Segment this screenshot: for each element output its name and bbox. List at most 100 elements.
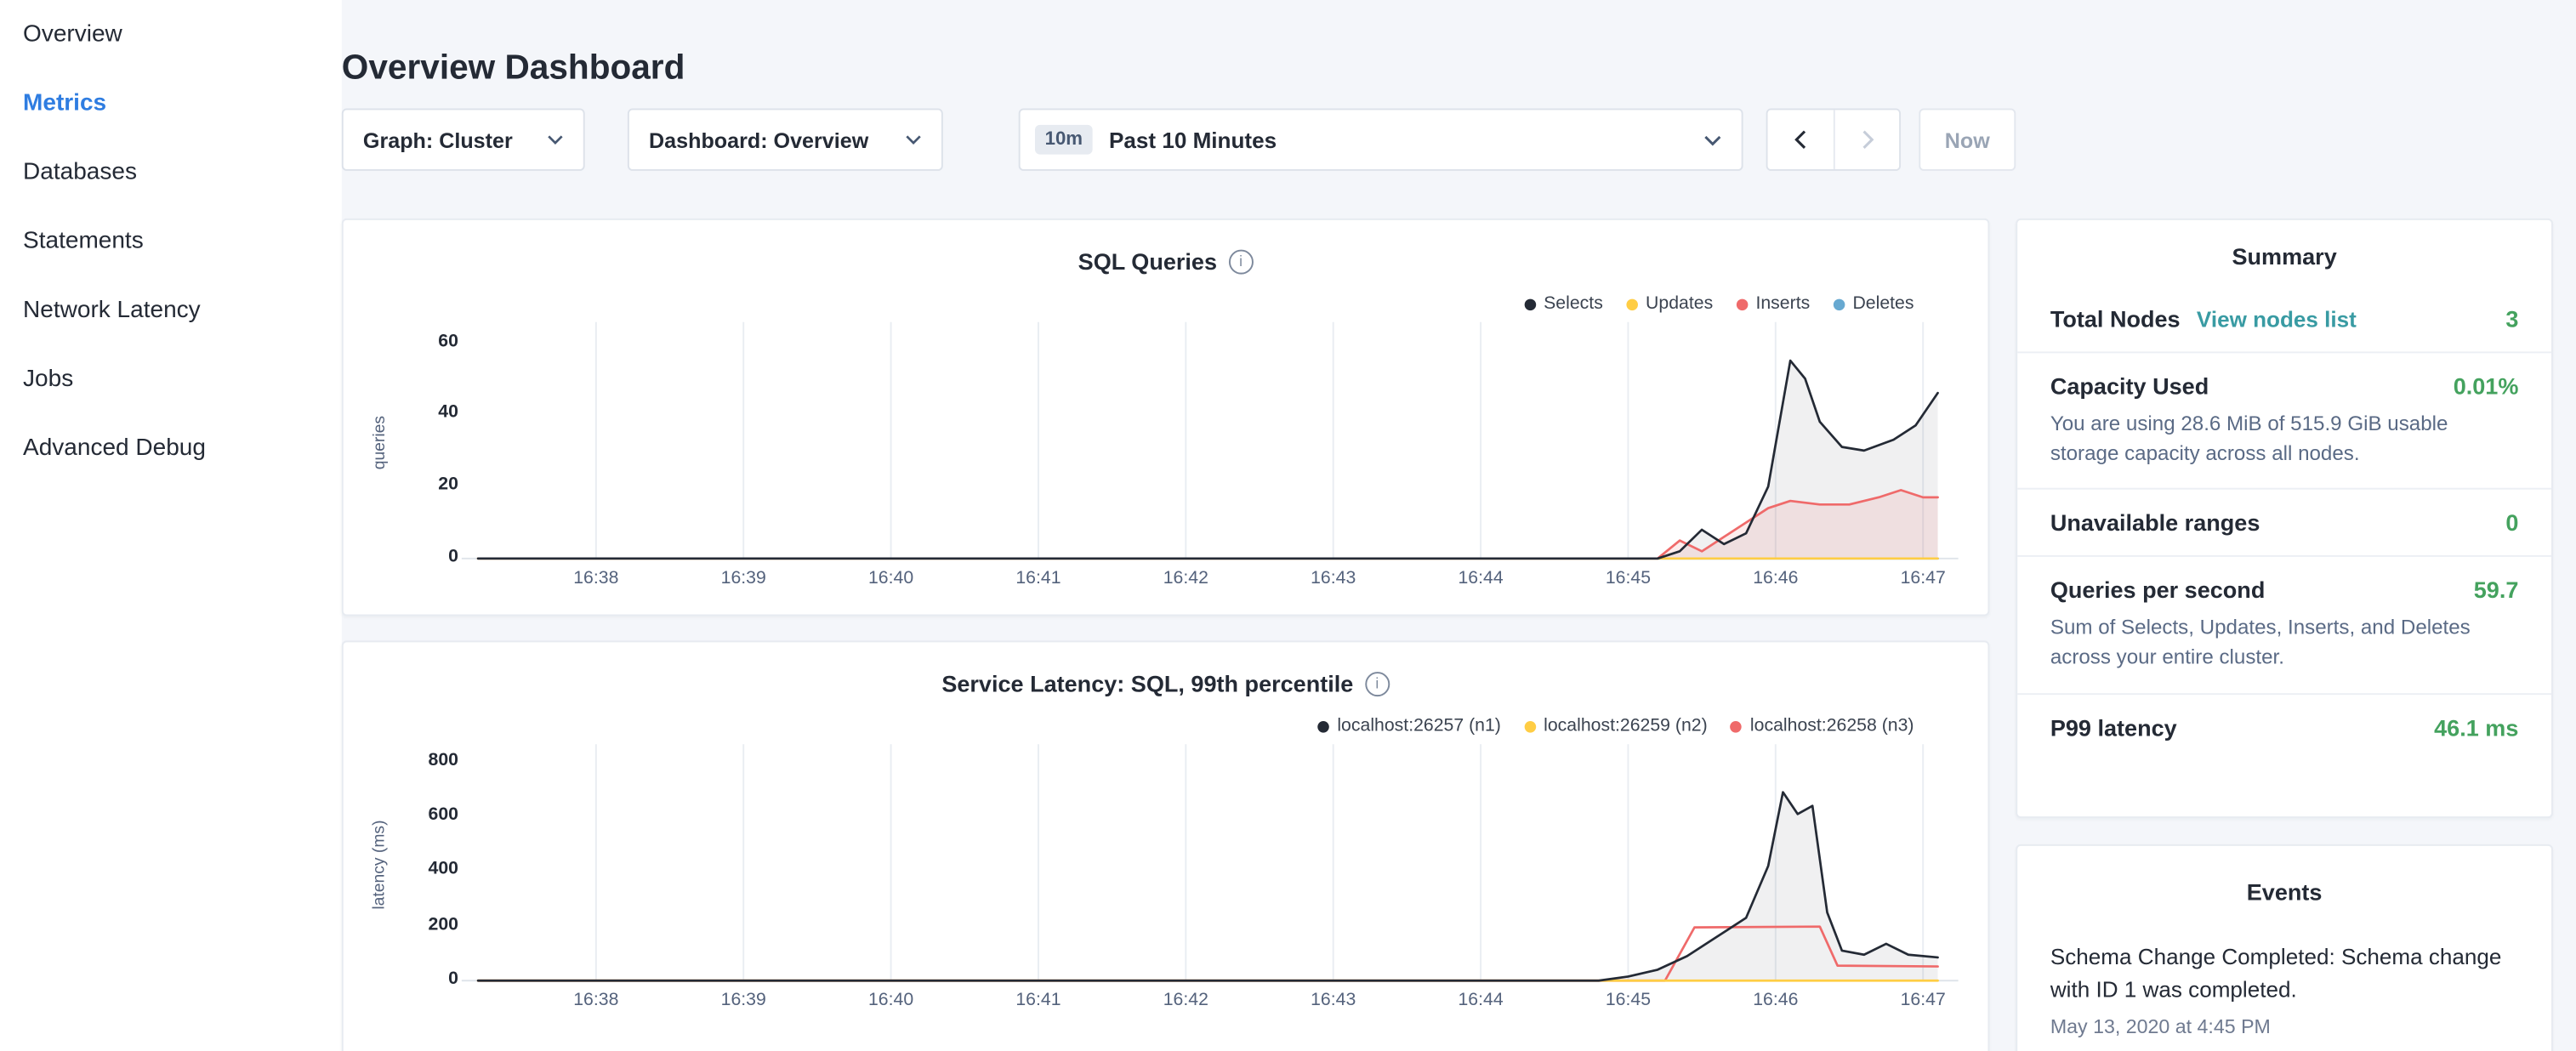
chevron-down-icon [905,134,921,145]
legend-dot-icon [1736,298,1748,310]
x-tick-label: 16:46 [1726,568,1825,588]
summary-value: 0.01% [2454,373,2519,400]
legend-label: localhost:26258 (n3) [1750,716,1914,736]
time-back-button[interactable] [1768,110,1834,169]
summary-label-wrap: Queries per second [2050,577,2266,604]
summary-label: Capacity Used [2050,373,2209,400]
series-line [478,361,1937,559]
time-range-dropdown[interactable]: 10m Past 10 Minutes [1019,108,1743,170]
summary-value: 0 [2505,509,2518,536]
y-tick-label: 600 [363,805,458,825]
sidebar-item-databases[interactable]: Databases [0,138,342,207]
summary-value: 46.1 ms [2434,713,2518,740]
sidebar-item-advanced-debug[interactable]: Advanced Debug [0,414,342,483]
sidebar-item-network-latency[interactable]: Network Latency [0,276,342,345]
chart-title: Service Latency: SQL, 99th percentile i [344,665,1988,701]
legend-label: Updates [1646,294,1713,314]
summary-row: Capacity Used 0.01% You are using 28.6 MiB… [2017,351,2551,488]
chart-title-text: Service Latency: SQL, 99th percentile [941,670,1353,696]
summary-panel: Summary Total NodesView nodes list3Capac… [2016,219,2553,818]
legend-dot-icon [1524,720,1536,732]
view-nodes-list-link[interactable]: View nodes list [2197,307,2357,332]
summary-rows: Total NodesView nodes list3Capacity Used… [2017,286,2551,759]
series-area [478,793,1937,981]
legend-item: localhost:26258 (n3) [1731,716,1914,736]
summary-line: Capacity Used 0.01% [2050,373,2519,400]
time-forward-button[interactable] [1834,110,1899,169]
event-message: Schema Change Completed: Schema change w… [2050,941,2519,1008]
graph-dropdown[interactable]: Graph: Cluster [342,108,585,170]
summary-label: Queries per second [2050,577,2266,604]
events-list: Schema Change Completed: Schema change w… [2017,922,2551,1051]
info-icon[interactable]: i [1365,671,1390,696]
x-tick-label: 16:39 [694,991,793,1010]
chart-canvas [344,322,1988,562]
y-tick-label: 200 [363,914,458,934]
chart-card-2: Service Latency: SQL, 99th percentile i … [342,640,1990,1051]
dashboard-dropdown[interactable]: Dashboard: Overview [628,108,943,170]
info-icon[interactable]: i [1229,249,1254,274]
x-tick-label: 16:47 [1874,568,1972,588]
x-tick-label: 16:41 [989,568,1088,588]
y-tick-label: 400 [363,860,458,879]
now-button[interactable]: Now [1919,108,2016,170]
y-tick-label: 800 [363,751,458,770]
y-tick-label: 40 [363,403,458,423]
summary-label: Unavailable ranges [2050,509,2260,536]
summary-row: Total NodesView nodes list3 [2017,286,2551,351]
sidebar-item-metrics[interactable]: Metrics [0,69,342,138]
event-item[interactable]: Schema Change Completed: Schema change w… [2050,941,2519,1037]
page-title: Overview Dashboard [342,49,685,88]
legend-label: Inserts [1755,294,1810,314]
summary-line: Queries per second 59.7 [2050,577,2519,604]
x-axis: 16:3816:3916:4016:4116:4216:4316:4416:45… [344,565,1988,592]
x-tick-label: 16:38 [547,991,645,1010]
chart-title-text: SQL Queries [1078,248,1217,275]
legend-label: Selects [1544,294,1603,314]
x-tick-label: 16:43 [1284,568,1383,588]
chart-plot: queries 16:3816:3916:4016:4116:4216:4316… [344,322,1988,592]
x-tick-label: 16:38 [547,568,645,588]
x-tick-label: 16:47 [1874,991,1972,1010]
summary-subtext: You are using 28.6 MiB of 515.9 GiB usab… [2050,409,2519,469]
legend-item: Selects [1524,294,1603,314]
chart-canvas [344,744,1988,984]
legend-item: localhost:26259 (n2) [1524,716,1708,736]
x-tick-label: 16:45 [1578,991,1677,1010]
sidebar-item-overview[interactable]: Overview [0,0,342,69]
summary-line: Unavailable ranges 0 [2050,509,2519,536]
summary-subtext: Sum of Selects, Updates, Inserts, and De… [2050,613,2519,673]
summary-label-wrap: Total Nodes View nodes list [2050,305,2357,332]
legend-label: Deletes [1852,294,1914,314]
legend-label: localhost:26259 (n2) [1544,716,1708,736]
x-tick-label: 16:43 [1284,991,1383,1010]
summary-row: P99 latency 46.1 ms [2017,692,2551,759]
event-timestamp: May 13, 2020 at 4:45 PM [2050,1014,2519,1037]
x-tick-label: 16:44 [1431,568,1530,588]
summary-row: Queries per second 59.7 Sum of Selects, Up… [2017,555,2551,692]
summary-label: Total Nodes [2050,305,2181,332]
x-tick-label: 16:40 [842,991,941,1010]
x-tick-label: 16:40 [842,568,941,588]
summary-label-wrap: Unavailable ranges [2050,509,2260,536]
graph-dropdown-label: Graph: Cluster [363,128,513,152]
summary-title: Summary [2017,220,2551,286]
y-tick-label: 0 [363,969,458,989]
sidebar-item-statements[interactable]: Statements [0,207,342,276]
summary-value: 59.7 [2474,577,2519,604]
chart-title: SQL Queries i [344,243,1988,279]
events-title: Events [2017,846,2551,922]
sidebar-nav: OverviewMetricsDatabasesStatementsNetwor… [0,0,342,1051]
x-tick-label: 16:44 [1431,991,1530,1010]
sidebar-item-jobs[interactable]: Jobs [0,345,342,414]
chart-legend: Selects Updates Inserts Deletes [344,289,1988,319]
y-tick-label: 20 [363,475,458,495]
chevron-down-icon [547,134,563,145]
y-tick-label: 60 [363,331,458,350]
legend-item: Updates [1626,294,1713,314]
series-area [478,361,1937,559]
summary-label-wrap: P99 latency [2050,713,2177,740]
toolbar: Graph: Cluster Dashboard: Overview 10m P… [342,108,2016,170]
chart-legend: localhost:26257 (n1)localhost:26259 (n2)… [344,711,1988,741]
legend-dot-icon [1524,298,1536,310]
